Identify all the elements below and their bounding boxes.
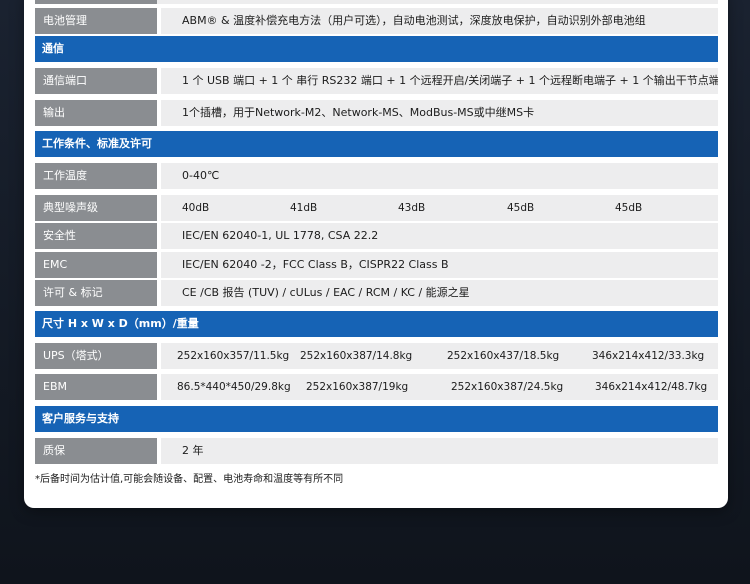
dimension-cell: 252x160x387/24.5kg xyxy=(451,381,564,393)
row-value: 40dB 41dB 43dB 45dB 45dB xyxy=(161,195,718,221)
footnote: *后备时间为估计值,可能会随设备、配置、电池寿命和温度等有所不同 xyxy=(35,474,344,485)
row-warranty: 质保 2 年 xyxy=(35,438,718,464)
row-value: 1个插槽，用于Network-M2、Network-MS、ModBus-MS或中… xyxy=(161,100,718,126)
row-label: EMC xyxy=(35,252,157,278)
row-battery-management: 电池管理 ABM® & 温度补偿充电方法（用户可选），自动电池测试，深度放电保护… xyxy=(35,8,718,34)
dimension-cell: 86.5*440*450/29.8kg xyxy=(177,381,291,393)
noise-cell: 43dB xyxy=(398,202,426,214)
row-label: 电池管理 xyxy=(35,8,157,34)
row-ups-tower: UPS（塔式） 252x160x357/11.5kg 252x160x387/1… xyxy=(35,343,718,369)
row-noise: 典型噪声级 40dB 41dB 43dB 45dB 45dB xyxy=(35,195,718,221)
noise-cell: 45dB xyxy=(507,202,535,214)
row-value: 86.5*440*450/29.8kg 252x160x387/19kg 252… xyxy=(161,374,718,400)
row-label: 通信端口 xyxy=(35,68,157,94)
row-comm-port: 通信端口 1 个 USB 端口 + 1 个 串行 RS232 端口 + 1 个远… xyxy=(35,68,718,94)
row-label: 质保 xyxy=(35,438,157,464)
row-value: IEC/EN 62040-1, UL 1778, CSA 22.2 xyxy=(161,223,718,249)
dimension-cell: 252x160x387/19kg xyxy=(306,381,409,393)
dimension-cell: 346x214x412/33.3kg xyxy=(592,350,705,362)
dimension-cell: 252x160x437/18.5kg xyxy=(447,350,560,362)
row-label: 典型噪声级 xyxy=(35,195,157,221)
section-header-environment: 工作条件、标准及许可 xyxy=(35,131,718,157)
noise-cell: 41dB xyxy=(290,202,318,214)
previous-row-edge xyxy=(35,0,718,4)
section-header-communication: 通信 xyxy=(35,36,718,62)
row-label: 工作温度 xyxy=(35,163,157,189)
dimension-cell: 252x160x387/14.8kg xyxy=(300,350,413,362)
row-label: 输出 xyxy=(35,100,157,126)
section-header-support: 客户服务与支持 xyxy=(35,406,718,432)
dimension-cell: 252x160x357/11.5kg xyxy=(177,350,290,362)
row-label: EBM xyxy=(35,374,157,400)
row-certification: 许可 & 标记 CE /CB 报告 (TUV) / cULus / EAC / … xyxy=(35,280,718,306)
dimension-cell: 346x214x412/48.7kg xyxy=(595,381,708,393)
row-label: 许可 & 标记 xyxy=(35,280,157,306)
row-value: 252x160x357/11.5kg 252x160x387/14.8kg 25… xyxy=(161,343,718,369)
row-value: IEC/EN 62040 -2，FCC Class B，CISPR22 Clas… xyxy=(161,252,718,278)
row-operating-temp: 工作温度 0-40℃ xyxy=(35,163,718,189)
noise-cell: 45dB xyxy=(615,202,643,214)
row-value: 1 个 USB 端口 + 1 个 串行 RS232 端口 + 1 个远程开启/关… xyxy=(161,68,718,94)
row-output: 输出 1个插槽，用于Network-M2、Network-MS、ModBus-M… xyxy=(35,100,718,126)
row-ebm: EBM 86.5*440*450/29.8kg 252x160x387/19kg… xyxy=(35,374,718,400)
section-header-dimensions: 尺寸 H x W x D（mm）/重量 xyxy=(35,311,718,337)
row-value: ABM® & 温度补偿充电方法（用户可选），自动电池测试，深度放电保护，自动识别… xyxy=(161,8,718,34)
noise-cell: 40dB xyxy=(182,202,210,214)
row-label: UPS（塔式） xyxy=(35,343,157,369)
row-emc: EMC IEC/EN 62040 -2，FCC Class B，CISPR22 … xyxy=(35,252,718,278)
row-value: 2 年 xyxy=(161,438,718,464)
row-value: CE /CB 报告 (TUV) / cULus / EAC / RCM / KC… xyxy=(161,280,718,306)
row-value: 0-40℃ xyxy=(161,163,718,189)
row-safety: 安全性 IEC/EN 62040-1, UL 1778, CSA 22.2 xyxy=(35,223,718,249)
row-label: 安全性 xyxy=(35,223,157,249)
